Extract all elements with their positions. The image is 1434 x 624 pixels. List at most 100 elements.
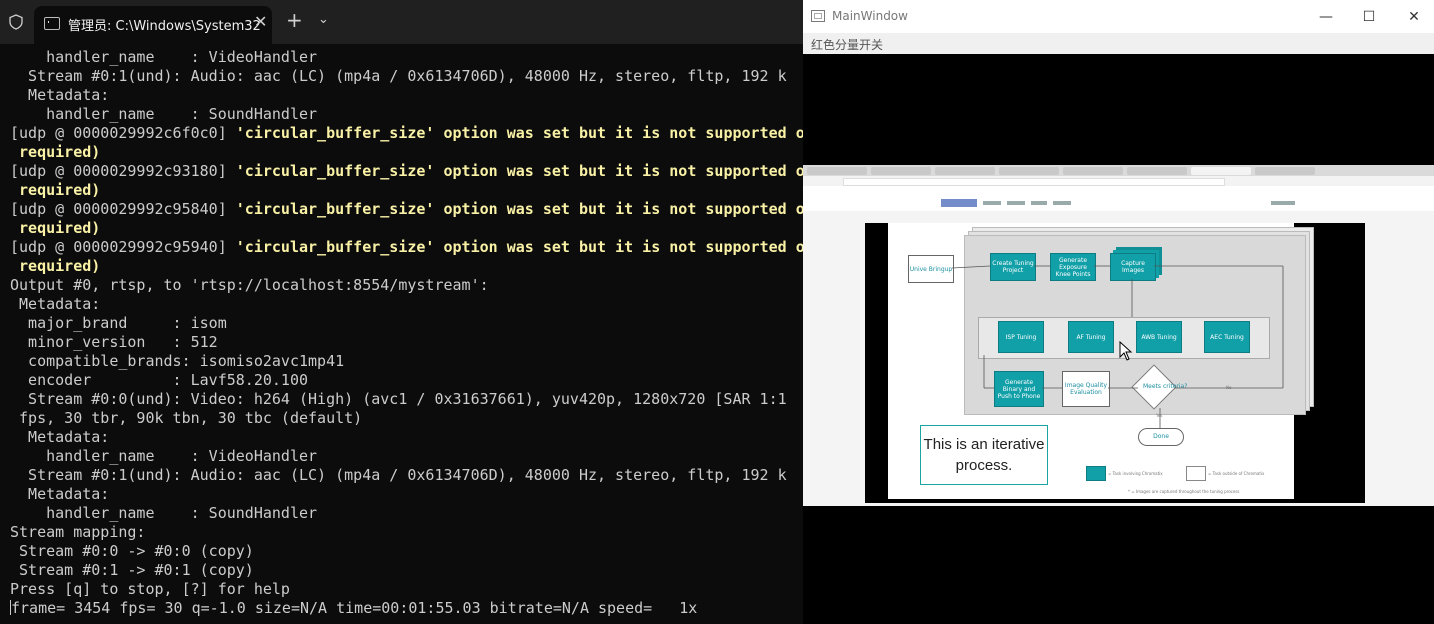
slide-diagram: Unive Bringup Create Tuning Project Gene…	[888, 223, 1314, 499]
slide-box-isp: ISP Tuning	[998, 321, 1044, 353]
line-text: required)	[10, 257, 101, 275]
line-text: handler_name : SoundHandler	[10, 105, 318, 123]
terminal-line: handler_name : SoundHandler	[10, 105, 803, 124]
terminal-line: Stream #0:1(und): Audio: aac (LC) (mp4a …	[10, 67, 803, 86]
line-text: major_brand : isom	[10, 314, 227, 332]
terminal-line: required)	[10, 219, 803, 238]
line-text: Output #0, rtsp, to 'rtsp://localhost:85…	[10, 276, 489, 294]
line-text: Stream #0:0(und): Video: h264 (High) (av…	[10, 390, 787, 408]
chevron-down-icon[interactable]: ⌄	[318, 12, 329, 27]
line-text: Stream #0:1 -> #0:1 (copy)	[10, 561, 254, 579]
main-window[interactable]: MainWindow — ☐ ✕ 红色分量开关 Unive Bringup Cr…	[803, 0, 1434, 624]
terminal-line: major_brand : isom	[10, 314, 803, 333]
line-text: Metadata:	[10, 86, 110, 104]
line-text: required)	[10, 143, 101, 161]
main-window-titlebar[interactable]: MainWindow — ☐ ✕	[803, 0, 1434, 33]
line-text: fps, 30 tbr, 90k tbn, 30 tbc (default)	[10, 409, 363, 427]
line-text: Stream #0:1(und): Audio: aac (LC) (mp4a …	[10, 67, 787, 85]
app-window-icon	[811, 10, 825, 22]
video-frame: Unive Bringup Create Tuning Project Gene…	[803, 165, 1434, 506]
line-text: required)	[10, 181, 101, 199]
close-window-button[interactable]: ✕	[1399, 6, 1429, 28]
red-channel-toggle-menu[interactable]: 红色分量开关	[811, 36, 883, 53]
slide-box-create: Create Tuning Project	[990, 253, 1036, 281]
slide-footnote: * = Images are captured throughout the t…	[1128, 489, 1240, 494]
terminal-line: Stream #0:0(und): Video: h264 (High) (av…	[10, 390, 803, 409]
terminal-line: Metadata:	[10, 428, 803, 447]
maximize-button[interactable]: ☐	[1354, 6, 1384, 28]
log-prefix: [udp @ 0000029992c95840]	[10, 200, 236, 218]
line-text: Metadata:	[10, 485, 110, 503]
terminal-line: minor_version : 512	[10, 333, 803, 352]
line-text: required)	[10, 219, 101, 237]
legend-white-label: = Task outside of Chromatix	[1208, 471, 1265, 476]
terminal-line: encoder : Lavf58.20.100	[10, 371, 803, 390]
slide-box-awb: AWB Tuning	[1136, 321, 1182, 353]
line-text: Stream #0:0 -> #0:0 (copy)	[10, 542, 254, 560]
terminal-line: Metadata:	[10, 86, 803, 105]
terminal-line: required)	[10, 181, 803, 200]
line-text: Stream #0:1(und): Audio: aac (LC) (mp4a …	[10, 466, 787, 484]
terminal-line: [udp @ 0000029992c93180] 'circular_buffe…	[10, 162, 803, 181]
terminal-line: Stream #0:1(und): Audio: aac (LC) (mp4a …	[10, 466, 803, 485]
mouse-pointer-icon	[1119, 341, 1133, 361]
legend-teal-swatch	[1086, 466, 1106, 481]
terminal-line: handler_name : SoundHandler	[10, 504, 803, 523]
terminal-line: Stream mapping:	[10, 523, 803, 542]
line-text: minor_version : 512	[10, 333, 218, 351]
legend-teal-label: = Task involving Chromatix	[1108, 471, 1163, 476]
terminal-line: fps, 30 tbr, 90k tbn, 30 tbc (default)	[10, 409, 803, 428]
log-prefix: [udp @ 0000029992c93180]	[10, 162, 236, 180]
terminal-line: Metadata:	[10, 485, 803, 504]
line-text: encoder : Lavf58.20.100	[10, 371, 309, 389]
terminal-line: frame= 3454 fps= 30 q=-1.0 size=N/A time…	[10, 599, 803, 618]
terminal-line: required)	[10, 257, 803, 276]
iterative-note: This is an iterative process.	[920, 425, 1048, 485]
decision-label: Meets criteria?	[1143, 383, 1188, 390]
terminal-line: Stream #0:1 -> #0:1 (copy)	[10, 561, 803, 580]
line-text: handler_name : SoundHandler	[10, 504, 318, 522]
terminal-line: required)	[10, 143, 803, 162]
terminal-line: Metadata:	[10, 295, 803, 314]
log-prefix: [udp @ 0000029992c95940]	[10, 238, 236, 256]
slide-box-capture: Capture Images	[1110, 253, 1156, 281]
line-text: compatible_brands: isomiso2avc1mp41	[10, 352, 345, 370]
slide-box-unlive: Unive Bringup	[908, 255, 954, 283]
minimize-button[interactable]: —	[1311, 6, 1341, 28]
line-text: Press [q] to stop, [?] for help	[10, 580, 290, 598]
terminal-line: Output #0, rtsp, to 'rtsp://localhost:85…	[10, 276, 803, 295]
menu-bar: 红色分量开关	[803, 33, 1434, 54]
terminal-line: compatible_brands: isomiso2avc1mp41	[10, 352, 803, 371]
terminal-line: [udp @ 0000029992c95840] 'circular_buffe…	[10, 200, 803, 219]
warning-text: 'circular_buffer_size' option was set bu…	[235, 162, 803, 180]
terminal-icon	[44, 17, 60, 30]
slide-box-iq: Image Quality Evaluation	[1062, 371, 1110, 407]
terminal-window[interactable]: 管理员: C:\Windows\System32 ✕ + ⌄ handler_n…	[0, 0, 803, 624]
line-text: handler_name : VideoHandler	[10, 447, 318, 465]
progress-status: frame= 3454 fps= 30 q=-1.0 size=N/A time…	[11, 599, 698, 617]
slide-box-generate: Generate Exposure Knee Points	[1050, 253, 1096, 281]
slide-box-binary: Generate Binary and Push to Phone	[994, 371, 1044, 407]
terminal-line: handler_name : VideoHandler	[10, 48, 803, 67]
terminal-output[interactable]: handler_name : VideoHandler Stream #0:1(…	[10, 48, 803, 624]
terminal-line: Press [q] to stop, [?] for help	[10, 580, 803, 599]
window-title: MainWindow	[832, 9, 908, 23]
new-tab-button[interactable]: +	[286, 10, 303, 30]
terminal-line: handler_name : VideoHandler	[10, 447, 803, 466]
slide-box-af: AF Tuning	[1068, 321, 1114, 353]
terminal-tab[interactable]: 管理员: C:\Windows\System32 ✕	[34, 6, 272, 44]
yes-label: Yes	[1156, 413, 1163, 418]
terminal-line: [udp @ 0000029992c6f0c0] 'circular_buffe…	[10, 124, 803, 143]
captured-site-header	[803, 195, 1434, 211]
line-text: Metadata:	[10, 295, 101, 313]
line-text: Metadata:	[10, 428, 110, 446]
terminal-tab-title: 管理员: C:\Windows\System32	[68, 19, 261, 34]
line-text: Stream mapping:	[10, 523, 146, 541]
warning-text: 'circular_buffer_size' option was set bu…	[235, 124, 803, 142]
done-terminator: Done	[1138, 428, 1184, 446]
no-label: No	[1226, 385, 1232, 390]
terminal-line: Stream #0:0 -> #0:0 (copy)	[10, 542, 803, 561]
terminal-tab-bar: 管理员: C:\Windows\System32 ✕ + ⌄	[0, 0, 803, 44]
close-tab-icon[interactable]: ✕	[254, 12, 267, 31]
captured-browser-tabs	[803, 165, 1434, 176]
